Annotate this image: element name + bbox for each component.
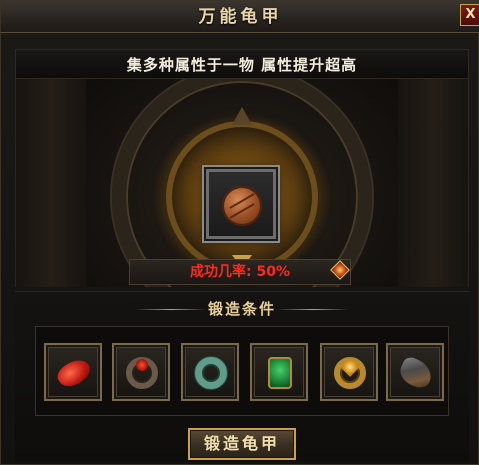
right-pillar-decoration bbox=[398, 79, 468, 287]
material-slot-jade-amulet[interactable] bbox=[250, 343, 308, 401]
tortoise-shell-armor-icon bbox=[222, 186, 262, 226]
jade-amulet-icon bbox=[268, 357, 292, 389]
top-spike-decoration bbox=[232, 107, 252, 125]
material-slot-gold-ring[interactable] bbox=[320, 343, 378, 401]
material-slot-jade-ring[interactable] bbox=[181, 343, 239, 401]
window-title: 万能龟甲 bbox=[198, 7, 283, 27]
materials-title: 锻造条件 bbox=[207, 300, 276, 318]
left-pillar-decoration bbox=[16, 79, 86, 287]
jade-ring-icon bbox=[195, 357, 227, 389]
title-bar[interactable]: 万能龟甲 X bbox=[1, 1, 479, 33]
bracer-icon bbox=[396, 354, 436, 392]
materials-section: 锻造条件 锻造龟甲 bbox=[15, 291, 469, 461]
materials-panel bbox=[35, 326, 449, 416]
close-button[interactable]: X bbox=[460, 4, 479, 26]
success-rate-label: 成功几率: 50% bbox=[190, 264, 290, 280]
gold-ring-icon bbox=[334, 357, 366, 389]
forge-window: 万能龟甲 X 集多种属性于一物 属性提升超高 成功几率: 50% 锻造条件 锻造… bbox=[0, 0, 479, 465]
forge-armor-button[interactable]: 锻造龟甲 bbox=[188, 428, 296, 460]
title-divider-right bbox=[277, 309, 349, 310]
forge-scene bbox=[15, 79, 469, 287]
success-rate-bar: 成功几率: 50% bbox=[129, 259, 351, 285]
forge-result-slot[interactable] bbox=[206, 169, 276, 239]
description-banner: 集多种属性于一物 属性提升超高 bbox=[15, 49, 469, 79]
ruby-ring-icon bbox=[126, 357, 158, 389]
material-slot-necklace[interactable] bbox=[44, 343, 102, 401]
material-slot-bracer[interactable] bbox=[386, 343, 444, 401]
material-slot-ruby-ring[interactable] bbox=[112, 343, 170, 401]
red-necklace-icon bbox=[53, 354, 95, 392]
banner-text: 集多种属性于一物 属性提升超高 bbox=[126, 56, 358, 74]
